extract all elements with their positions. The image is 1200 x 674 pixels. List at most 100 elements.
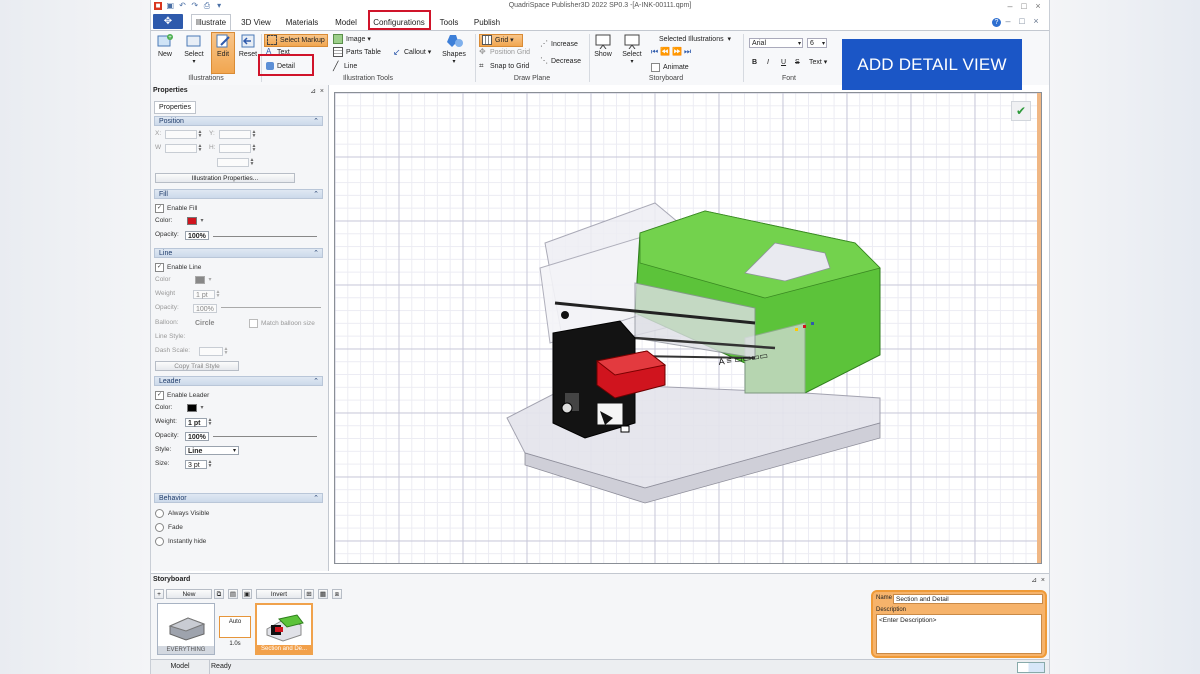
- y-input[interactable]: [219, 130, 251, 139]
- text-style-button[interactable]: Text ▾: [809, 57, 827, 68]
- strikethrough-button[interactable]: S: [795, 57, 800, 68]
- leader-style-select[interactable]: Line ▾: [185, 446, 239, 455]
- instantly-hide-radio[interactable]: Instantly hide: [155, 537, 206, 546]
- rewind-icon[interactable]: ⏪: [660, 47, 670, 56]
- help-icon[interactable]: ?: [992, 18, 1001, 27]
- dash-scale-input[interactable]: [199, 347, 223, 356]
- fill-opacity-slider[interactable]: [213, 236, 317, 237]
- pin-icon[interactable]: ⊿: [1031, 577, 1037, 584]
- close-panel-icon[interactable]: ×: [320, 88, 324, 95]
- w-input[interactable]: [165, 144, 197, 153]
- fill-opacity-input[interactable]: 100%: [185, 231, 209, 240]
- printer-model[interactable]: A ≡ ▭▭▭▭: [335, 93, 1042, 564]
- leader-size-spinner-icon[interactable]: ▲ ▼: [207, 460, 213, 469]
- position-grid-button[interactable]: ✥ Position Grid: [479, 47, 530, 58]
- fade-radio[interactable]: Fade: [155, 523, 183, 532]
- tab-model[interactable]: Model: [332, 15, 360, 30]
- storyboard-add-icon[interactable]: +: [154, 589, 164, 599]
- close-icon[interactable]: ×: [1031, 1, 1045, 11]
- dropdown-arrow-icon[interactable]: ▾: [199, 217, 205, 226]
- show-button[interactable]: Show: [592, 33, 614, 58]
- storyboard-select-button[interactable]: Select ▾: [619, 33, 645, 65]
- dropdown-arrow-icon[interactable]: ▾: [199, 404, 205, 413]
- rotation-input[interactable]: [217, 158, 249, 167]
- reset-button[interactable]: Reset: [237, 33, 259, 58]
- line-opacity-slider[interactable]: [221, 307, 321, 308]
- leader-weight-input[interactable]: 1 pt: [185, 418, 207, 427]
- skip-forward-icon[interactable]: ⏭: [684, 47, 691, 56]
- minimize-icon[interactable]: –: [1003, 1, 1017, 11]
- line-section-header[interactable]: Line ⌃: [154, 248, 323, 258]
- bold-button[interactable]: B: [752, 57, 757, 68]
- ribbon-restore-icon[interactable]: □: [1015, 16, 1029, 26]
- select-button[interactable]: Select ▾: [181, 33, 207, 65]
- tab-materials[interactable]: Materials: [282, 15, 322, 30]
- ribbon-minimize-icon[interactable]: –: [1001, 16, 1015, 26]
- list-view-icon[interactable]: ▦: [318, 589, 328, 599]
- description-input[interactable]: <Enter Description>: [876, 614, 1042, 654]
- arrange-icon[interactable]: ⧈: [332, 589, 342, 599]
- confirm-check-icon[interactable]: ✔: [1011, 101, 1031, 121]
- enable-leader-checkbox[interactable]: ✓ Enable Leader: [155, 391, 209, 400]
- copy-icon[interactable]: ⧉: [214, 589, 224, 599]
- x-input[interactable]: [165, 130, 197, 139]
- new-button[interactable]: + New: [154, 33, 176, 58]
- forward-icon[interactable]: ⏩: [672, 47, 682, 56]
- collapse-icon[interactable]: ⌃: [313, 117, 319, 127]
- skip-back-icon[interactable]: ⏮: [651, 47, 658, 56]
- view-toggle-icon[interactable]: [1017, 662, 1045, 673]
- y-spinner-icon[interactable]: ▲ ▼: [251, 130, 257, 139]
- line-color-swatch[interactable]: [195, 276, 205, 284]
- maximize-icon[interactable]: □: [1017, 1, 1031, 11]
- match-balloon-checkbox[interactable]: Match balloon size: [249, 319, 315, 328]
- line-button[interactable]: ╱ Line: [333, 61, 357, 72]
- line-weight-spinner-icon[interactable]: ▲ ▼: [215, 290, 221, 299]
- w-spinner-icon[interactable]: ▲ ▼: [197, 144, 203, 153]
- grid-button[interactable]: Grid ▾: [479, 34, 523, 47]
- increase-button[interactable]: ⋰ Increase: [540, 39, 578, 50]
- paste-icon[interactable]: ▤: [228, 589, 238, 599]
- rotation-spinner-icon[interactable]: ▲ ▼: [249, 158, 255, 167]
- invert-button[interactable]: Invert: [256, 589, 302, 599]
- properties-subtab[interactable]: Properties: [154, 101, 196, 114]
- storyboard-thumb-everything[interactable]: EVERYTHING: [157, 603, 215, 655]
- collapse-icon[interactable]: ⌃: [313, 249, 319, 259]
- image-button[interactable]: Image ▾: [333, 34, 371, 45]
- underline-button[interactable]: U: [781, 57, 786, 68]
- collapse-icon[interactable]: ⌃: [313, 377, 319, 387]
- parts-table-button[interactable]: Parts Table: [333, 47, 381, 58]
- leader-opacity-input[interactable]: 100%: [185, 432, 209, 441]
- pin-icon[interactable]: ⊿: [310, 88, 316, 95]
- transition-auto-box[interactable]: Auto: [219, 616, 251, 638]
- snap-to-grid-button[interactable]: ⌗ Snap to Grid: [479, 61, 529, 72]
- leader-color-swatch[interactable]: [187, 404, 197, 412]
- storyboard-thumb-section-detail[interactable]: Section and De...: [255, 603, 313, 655]
- balloon-select[interactable]: Circle: [193, 319, 241, 328]
- collapse-icon[interactable]: ⌃: [313, 190, 319, 200]
- callout-button[interactable]: ↙ Callout ▾: [393, 47, 431, 58]
- always-visible-radio[interactable]: Always Visible: [155, 509, 209, 518]
- leader-weight-spinner-icon[interactable]: ▲ ▼: [207, 418, 213, 427]
- application-menu-button[interactable]: ✥: [153, 14, 183, 29]
- position-section-header[interactable]: Position ⌃: [154, 116, 323, 126]
- tab-illustrate[interactable]: Illustrate: [191, 14, 231, 30]
- line-weight-input[interactable]: 1 pt: [193, 290, 215, 299]
- enable-fill-checkbox[interactable]: ✓ Enable Fill: [155, 204, 197, 213]
- shapes-button[interactable]: Shapes ▾: [441, 33, 467, 65]
- fill-section-header[interactable]: Fill ⌃: [154, 189, 323, 199]
- ribbon-close-icon[interactable]: ×: [1029, 16, 1043, 26]
- line-opacity-input[interactable]: 100%: [193, 304, 217, 313]
- decrease-button[interactable]: ⋱ Decrease: [540, 56, 581, 67]
- model-tab[interactable]: Model: [151, 660, 210, 674]
- close-panel-icon[interactable]: ×: [1041, 577, 1045, 584]
- animate-checkbox[interactable]: Animate: [651, 62, 689, 73]
- tab-3d-view[interactable]: 3D View: [237, 15, 275, 30]
- font-size-select[interactable]: 6 ▾: [807, 38, 827, 48]
- select-markup-button[interactable]: Select Markup: [264, 34, 328, 47]
- edit-button[interactable]: Edit: [211, 32, 235, 74]
- enable-line-checkbox[interactable]: ✓ Enable Line: [155, 263, 201, 272]
- collapse-icon[interactable]: ⌃: [313, 494, 319, 504]
- dropdown-arrow-icon[interactable]: ▾: [207, 276, 213, 285]
- delete-icon[interactable]: ▣: [242, 589, 252, 599]
- tab-publish[interactable]: Publish: [473, 15, 501, 30]
